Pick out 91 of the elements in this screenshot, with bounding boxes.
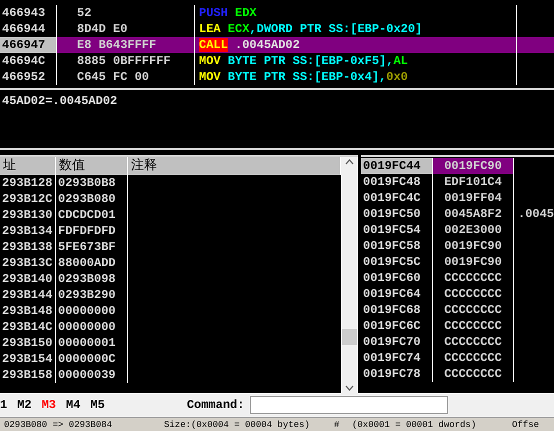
- address-cell: 293B144: [0, 287, 56, 303]
- address-cell: 293B12C: [0, 191, 56, 207]
- value-cell: CCCCCCCC: [432, 334, 514, 350]
- value-cell: EDF101C4: [432, 174, 514, 190]
- address-cell-text: 0019FC48: [362, 174, 422, 190]
- address-cell: 293B138: [0, 239, 56, 255]
- column-header[interactable]: 数值: [56, 157, 128, 175]
- status-text: (0x0001 = 00001 dwords): [351, 420, 478, 430]
- value-cell: 0000000C: [56, 351, 128, 367]
- scroll-down-icon[interactable]: [345, 385, 354, 391]
- address-cell: 293B134: [0, 223, 56, 239]
- value-cell: 00000039: [56, 367, 128, 383]
- address-cell: 466947: [0, 37, 56, 53]
- address-cell-text: 0019FC50: [362, 206, 422, 222]
- status-text: Offse: [511, 420, 540, 430]
- value-cell: 0293B080: [56, 191, 128, 207]
- disassembly-row[interactable]: 466952 C645 FC 00 MOV BYTE PTR SS:[EBP-0x4],0x0: [0, 69, 554, 85]
- value-cell: 0019FC90: [432, 238, 514, 254]
- address-cell-text: 466944: [1, 21, 46, 37]
- status-text: Size:(0x0004 = 00004 bytes): [163, 420, 311, 430]
- value-cell: 0293B0B8: [56, 175, 128, 191]
- value-cell: 0293B290: [56, 287, 128, 303]
- memory-tab[interactable]: M3: [42, 398, 56, 412]
- address-cell-text: 0019FC60: [362, 270, 422, 286]
- value-cell: 88000ADD: [56, 255, 128, 271]
- address-cell-text: 0019FC54: [362, 222, 422, 238]
- address-cell-text: 0019FC74: [362, 350, 422, 366]
- status-text: #: [333, 420, 340, 430]
- scroll-up-icon[interactable]: [345, 159, 354, 165]
- column-header[interactable]: 址: [0, 157, 56, 175]
- disassembly-row[interactable]: 46694C 8885 0BFFFFFF MOV BYTE PTR SS:[EBP-0xF5],AL: [0, 53, 554, 69]
- address-cell: 293B140: [0, 271, 56, 287]
- address-cell: 293B13C: [0, 255, 56, 271]
- value-cell: FDFDFDFD: [56, 223, 128, 239]
- address-cell-text: 0019FC68: [362, 302, 422, 318]
- hex-cell: E8 B643FFFF: [56, 37, 194, 53]
- value-cell: 0019FF04: [432, 190, 514, 206]
- value-cell: 0019FC90: [432, 254, 514, 270]
- command-label: Command:: [186, 398, 244, 412]
- address-cell-text: 0019FC4C: [362, 190, 422, 206]
- value-cell: CCCCCCCC: [432, 350, 514, 366]
- address-cell-text: 0019FC70: [362, 334, 422, 350]
- scroll-thumb[interactable]: [342, 329, 357, 345]
- value-cell: CCCCCCCC: [432, 318, 514, 334]
- address-cell-text: 466952: [1, 69, 46, 85]
- address-cell: 293B150: [0, 335, 56, 351]
- value-cell: 5FE673BF: [56, 239, 128, 255]
- value-cell: 0019FC90: [432, 158, 514, 174]
- value-cell: CCCCCCCC: [432, 302, 514, 318]
- address-cell: 293B128: [0, 175, 56, 191]
- disassembly-row[interactable]: 466947 E8 B643FFFF CALL .0045AD02: [0, 37, 554, 53]
- instruction-cell: MOV BYTE PTR SS:[EBP-0x4],0x0: [194, 69, 517, 85]
- hex-cell: 52: [56, 5, 194, 21]
- memory-tab[interactable]: 1: [0, 398, 8, 412]
- info-text: 45AD02=.0045AD02: [2, 94, 118, 108]
- value-cell: 0045A8F2: [432, 206, 514, 222]
- value-cell: CCCCCCCC: [432, 270, 514, 286]
- address-cell: 293B154: [0, 351, 56, 367]
- address-cell-text: 466943: [1, 5, 46, 21]
- instruction-cell: PUSH EDX: [194, 5, 517, 21]
- address-cell-text: 0019FC5C: [362, 254, 422, 270]
- memory-tab[interactable]: M2: [17, 398, 32, 412]
- hex-cell: 8885 0BFFFFFF: [56, 53, 194, 69]
- value-cell: 002E3000: [432, 222, 514, 238]
- value-cell: 00000000: [56, 303, 128, 319]
- address-cell-text: 0019FC64: [362, 286, 422, 302]
- disassembly-row[interactable]: 466943 52 PUSH EDX: [0, 5, 554, 21]
- comment-cell-text: .0045: [517, 206, 554, 222]
- address-cell: 293B148: [0, 303, 56, 319]
- address-cell: 293B130: [0, 207, 56, 223]
- scrollbar[interactable]: [341, 157, 358, 393]
- hex-cell: C645 FC 00: [56, 69, 194, 85]
- value-cell: CCCCCCCC: [432, 366, 514, 382]
- address-cell-text: 0019FC58: [362, 238, 422, 254]
- memory-tab[interactable]: M5: [90, 398, 105, 412]
- instruction-cell: CALL .0045AD02: [194, 37, 517, 53]
- instruction-cell: MOV BYTE PTR SS:[EBP-0xF5],AL: [194, 53, 517, 69]
- status-text: 0293B080 => 0293B084: [3, 420, 114, 430]
- address-cell-text: 46694C: [1, 53, 46, 69]
- value-cell: 00000000: [56, 319, 128, 335]
- address-cell: 0019FC44: [361, 158, 432, 174]
- memory-tab[interactable]: M4: [66, 398, 80, 412]
- command-field[interactable]: [250, 396, 448, 414]
- value-cell: CDCDCD01: [56, 207, 128, 223]
- address-cell: 293B158: [0, 367, 56, 383]
- value-cell: 0293B098: [56, 271, 128, 287]
- value-cell: CCCCCCCC: [432, 286, 514, 302]
- address-cell: 293B14C: [0, 319, 56, 335]
- address-cell-text: 0019FC6C: [362, 318, 422, 334]
- value-cell: 00000001: [56, 335, 128, 351]
- address-cell-text: 0019FC78: [362, 366, 422, 382]
